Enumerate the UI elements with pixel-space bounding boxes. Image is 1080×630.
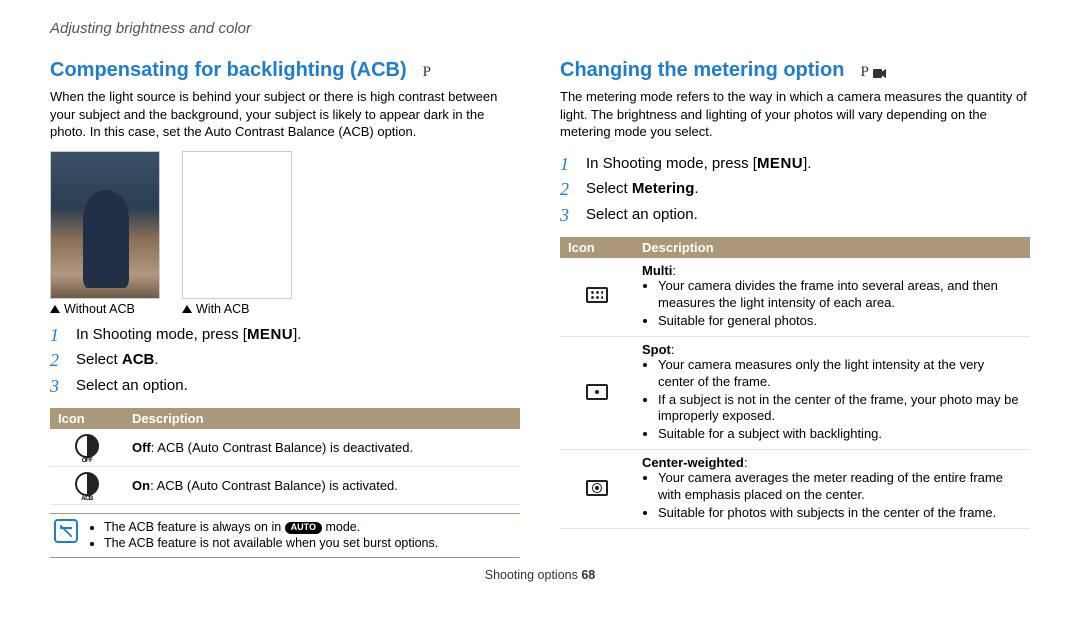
- metering-step-1: In Shooting mode, press [MENU].: [560, 151, 1030, 177]
- th-icon: Icon: [560, 237, 634, 258]
- metering-multi-icon: [586, 287, 608, 303]
- metering-intro: The metering mode refers to the way in w…: [560, 88, 1030, 141]
- metering-heading: Changing the metering option P: [560, 59, 886, 82]
- left-column: Compensating for backlighting (ACB) P Wh…: [50, 59, 520, 558]
- caption-with-acb: With ACB: [182, 302, 292, 316]
- photo-with-acb: [182, 151, 292, 299]
- acb-heading: Compensating for backlighting (ACB) P: [50, 59, 431, 82]
- metering-spot-icon: [586, 384, 608, 400]
- auto-mode-pill: AUTO: [285, 522, 322, 534]
- acb-note: The ACB feature is always on in AUTO mod…: [50, 513, 520, 558]
- triangle-up-icon: [50, 305, 60, 313]
- breadcrumb: Adjusting brightness and color: [50, 20, 1030, 37]
- acb-on-icon: [75, 472, 99, 496]
- acb-title: Compensating for backlighting (ACB): [50, 59, 407, 82]
- caption-without-acb: Without ACB: [50, 302, 160, 316]
- metering-title: Changing the metering option: [560, 59, 844, 82]
- th-description: Description: [124, 408, 520, 429]
- acb-steps: In Shooting mode, press [MENU]. Select A…: [50, 322, 520, 399]
- table-row: Multi: Your camera divides the frame int…: [560, 258, 1030, 336]
- menu-button-label: MENU: [757, 155, 803, 172]
- triangle-up-icon: [182, 305, 192, 313]
- menu-button-label: MENU: [247, 326, 293, 343]
- note-line-2: The ACB feature is not available when yo…: [104, 535, 438, 551]
- acb-step-1: In Shooting mode, press [MENU].: [50, 322, 520, 348]
- th-icon: Icon: [50, 408, 124, 429]
- metering-step-3: Select an option.: [560, 202, 1030, 228]
- metering-options-table: Icon Description Multi: Your camera divi…: [560, 237, 1030, 529]
- table-row: Spot: Your camera measures only the ligh…: [560, 336, 1030, 449]
- acb-mode-badge: P: [423, 64, 431, 81]
- metering-steps: In Shooting mode, press [MENU]. Select M…: [560, 151, 1030, 228]
- note-line-1: The ACB feature is always on in AUTO mod…: [104, 519, 438, 535]
- metering-step-2: Select Metering.: [560, 176, 1030, 202]
- table-row: Center-weighted: Your camera averages th…: [560, 450, 1030, 529]
- acb-step-2: Select ACB.: [50, 347, 520, 373]
- th-description: Description: [634, 237, 1030, 258]
- acb-off-icon: [75, 434, 99, 458]
- table-row: Off: ACB (Auto Contrast Balance) is deac…: [50, 429, 520, 467]
- right-column: Changing the metering option P The meter…: [560, 59, 1030, 558]
- note-icon: [54, 519, 78, 543]
- table-row: On: ACB (Auto Contrast Balance) is activ…: [50, 467, 520, 505]
- acb-step-3: Select an option.: [50, 373, 520, 399]
- acb-intro: When the light source is behind your sub…: [50, 88, 520, 141]
- metering-mode-badge: P: [860, 64, 885, 81]
- photo-without-acb: [50, 151, 160, 299]
- metering-center-icon: [586, 480, 608, 496]
- video-mode-icon: [873, 69, 886, 78]
- acb-options-table: Icon Description Off: ACB (Auto Contrast…: [50, 408, 520, 505]
- page-footer: Shooting options 68: [50, 568, 1030, 582]
